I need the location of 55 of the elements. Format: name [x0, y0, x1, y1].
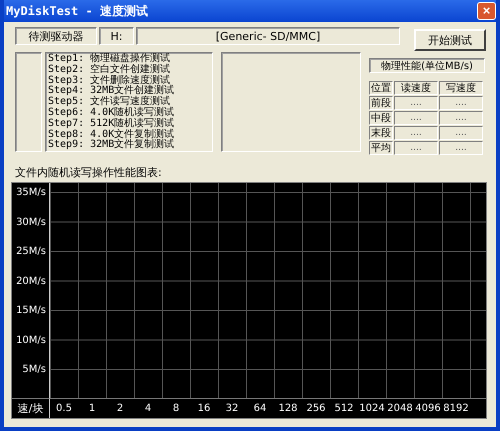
drive-name: [Generic- SD/MMC]	[136, 27, 400, 45]
x-axis-label: 32	[224, 403, 240, 414]
table-cell: ....	[439, 111, 483, 125]
axis-corner-label: 速/块	[12, 398, 50, 418]
x-axis-label: 128	[277, 403, 299, 414]
row-header: 前段	[369, 96, 393, 110]
step-item: Step5: 文件读写速度测试	[48, 97, 170, 108]
column-header: 位置	[369, 81, 393, 95]
y-axis-label: 5M/s	[22, 363, 46, 377]
table-cell: ....	[439, 96, 483, 110]
step-item: Step9: 32MB文件复制测试	[48, 140, 176, 151]
row-header: 末段	[369, 126, 393, 140]
table-cell: ....	[439, 126, 483, 140]
column-header: 读速度	[394, 81, 438, 95]
row-header: 平均	[369, 141, 393, 155]
step-item: Step6: 4.0K随机读写测试	[48, 108, 176, 118]
x-axis-label: 64	[252, 403, 268, 414]
chart-title: 文件内随机读写操作性能图表:	[15, 165, 163, 180]
drive-label: 待测驱动器	[15, 27, 97, 45]
row-header: 中段	[369, 111, 393, 125]
step-item: Step4: 32MB文件创建测试	[48, 86, 176, 96]
x-axis-label: 8	[172, 403, 180, 414]
step-item: Step3: 文件删除速度测试	[48, 76, 170, 86]
close-button[interactable]: ×	[477, 2, 496, 20]
y-axis-label: 20M/s	[16, 274, 46, 288]
y-axis-label: 25M/s	[16, 245, 46, 259]
x-axis-label: 4096	[414, 403, 442, 414]
column-header: 写速度	[439, 81, 483, 95]
table-cell: ....	[439, 141, 483, 155]
table-cell: ....	[394, 126, 438, 140]
x-axis-label: 512	[333, 403, 355, 414]
y-axis-label: 35M/s	[16, 186, 46, 200]
x-axis-label: 1	[88, 403, 96, 414]
x-axis-label: 256	[305, 403, 327, 414]
y-axis-label: 10M/s	[16, 334, 46, 348]
step-item: Step2: 空白文件创建测试	[48, 64, 172, 75]
table-cell: ....	[394, 96, 438, 110]
step-item: Step8: 4.0K文件复制测试	[48, 130, 176, 140]
x-axis-label: 0.5	[55, 403, 73, 414]
y-axis-label: 30M/s	[16, 216, 46, 230]
x-axis-label: 1024	[358, 403, 386, 414]
x-axis-label: 8192	[442, 403, 470, 414]
x-axis-label: 2	[116, 403, 124, 414]
x-axis-label: 2048	[386, 403, 414, 414]
y-axis-label: 15M/s	[16, 304, 46, 318]
x-axis-label: 4	[144, 403, 152, 414]
step-item: Step1: 物理磁盘操作测试	[48, 54, 172, 64]
performance-title: 物理性能(单位MB/s)	[369, 58, 485, 73]
drive-letter: H:	[99, 27, 134, 45]
step-item: Step7: 512K随机读写测试	[48, 118, 176, 129]
window-title: MyDiskTest - 速度测试	[6, 2, 148, 20]
table-cell: ....	[394, 111, 438, 125]
table-cell: ....	[394, 141, 438, 155]
start-test-button[interactable]: 开始测试	[414, 29, 486, 51]
x-axis-label: 16	[196, 403, 212, 414]
